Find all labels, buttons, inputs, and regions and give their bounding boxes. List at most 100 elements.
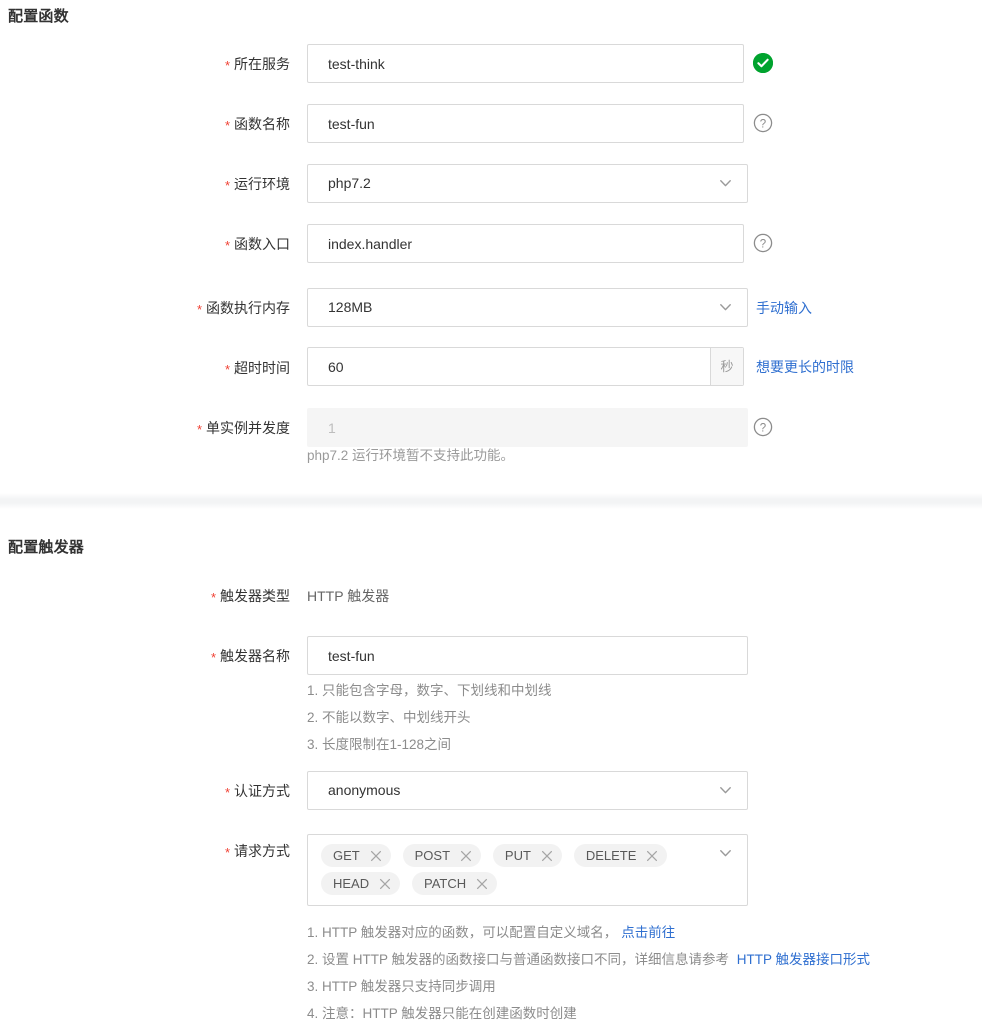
field-concurrency [307,408,748,447]
close-icon[interactable] [379,878,391,890]
label-function-name-text: 函数名称 [234,116,290,132]
required-star: * [196,422,202,437]
http-trigger-interface-link[interactable]: HTTP 触发器接口形式 [737,952,870,967]
service-input[interactable] [307,44,744,83]
field-timeout[interactable]: 秒 [307,347,744,386]
auth-type-select[interactable]: anonymous [307,771,748,810]
label-runtime: * 运行环境 [30,174,290,196]
tag-label: PATCH [424,876,467,891]
label-handler: * 函数入口 [30,234,290,256]
goto-custom-domain-link[interactable]: 点击前往 [621,925,675,940]
longer-timeout-link[interactable]: 想要更长的时限 [756,357,854,377]
handler-input[interactable] [307,224,744,263]
list-item: 3. 长度限制在1-128之间 [307,737,452,752]
trigger-name-hints: 1. 只能包含字母，数字、下划线和中划线 2. 不能以数字、中划线开头 3. 长… [307,677,552,758]
question-circle-icon[interactable]: ? [753,233,773,253]
required-star: * [224,58,230,73]
section-divider [0,493,982,509]
field-function-name[interactable] [307,104,744,143]
label-memory: * 函数执行内存 [30,298,290,320]
tag-chip[interactable]: HEAD [321,872,401,895]
auth-type-select-value: anonymous [328,782,401,798]
close-icon[interactable] [476,878,488,890]
label-concurrency: * 单实例并发度 [30,418,290,440]
tag-chip[interactable]: GET [321,844,391,867]
tag-label: DELETE [585,848,637,863]
field-trigger-name[interactable] [307,636,748,675]
chevron-down-icon [720,850,731,857]
chevron-down-icon [720,303,731,311]
label-service: * 所在服务 [30,54,290,76]
label-auth-type: * 认证方式 [30,781,290,803]
required-star: * [224,362,230,377]
memory-select[interactable]: 128MB [307,288,748,327]
runtime-select[interactable]: php7.2 [307,164,748,203]
timeout-input[interactable] [308,348,710,385]
list-item: 2. 设置 HTTP 触发器的函数接口与普通函数接口不同，详细信息请参考 HTT… [307,946,870,973]
check-circle-icon [753,53,773,73]
label-handler-text: 函数入口 [234,236,290,252]
note-text: 3. HTTP 触发器只支持同步调用 [307,979,496,994]
timeout-input-group[interactable]: 秒 [307,347,744,386]
label-trigger-type-text: 触发器类型 [220,588,290,604]
label-function-name: * 函数名称 [30,114,290,136]
tag-chip[interactable]: PUT [492,844,562,867]
required-star: * [224,845,230,860]
question-circle-icon[interactable]: ? [753,113,773,133]
label-timeout-text: 超时时间 [234,360,290,376]
tag-label: HEAD [333,876,370,891]
label-trigger-name-text: 触发器名称 [220,648,290,664]
trigger-name-input[interactable] [307,636,748,675]
memory-select-value: 128MB [328,299,373,315]
close-icon[interactable] [541,850,553,862]
field-auth-type[interactable]: anonymous [307,771,748,810]
label-trigger-name: * 触发器名称 [30,646,290,668]
chevron-down-icon [720,786,731,794]
close-icon[interactable] [460,850,472,862]
section-title-configure-function: 配置函数 [8,8,69,25]
tag-label: POST [414,848,451,863]
list-item: 4. 注意：HTTP 触发器只能在创建函数时创建 [307,1000,870,1027]
field-memory[interactable]: 128MB [307,288,748,327]
label-request-methods-text: 请求方式 [234,843,290,859]
note-text: 4. 注意：HTTP 触发器只能在创建函数时创建 [307,1006,577,1021]
label-concurrency-text: 单实例并发度 [206,420,290,436]
question-circle-icon[interactable]: ? [753,417,773,437]
field-request-methods[interactable]: GET POST PUT DELETE HEAD PATCH [307,834,748,906]
chevron-down-icon [720,179,731,187]
svg-text:?: ? [760,238,766,250]
list-item: 1. HTTP 触发器对应的函数，可以配置自定义域名， 点击前往 [307,919,870,946]
field-runtime[interactable]: php7.2 [307,164,748,203]
field-handler[interactable] [307,224,744,263]
concurrency-helper-text: php7.2 运行环境暂不支持此功能。 [307,448,515,463]
note-text: 2. 设置 HTTP 触发器的函数接口与普通函数接口不同，详细信息请参考 [307,952,733,967]
label-memory-text: 函数执行内存 [206,300,290,316]
label-request-methods: * 请求方式 [30,841,290,863]
list-item: 3. HTTP 触发器只支持同步调用 [307,973,870,1000]
required-star: * [224,785,230,800]
tag-chip[interactable]: PATCH [412,872,498,895]
close-icon[interactable] [646,850,658,862]
label-service-text: 所在服务 [234,56,290,72]
required-star: * [224,178,230,193]
svg-text:?: ? [760,422,766,434]
section-title-configure-trigger: 配置触发器 [8,539,85,556]
label-trigger-type: * 触发器类型 [30,586,290,608]
note-text: 1. HTTP 触发器对应的函数，可以配置自定义域名， [307,925,618,940]
trigger-notes: 1. HTTP 触发器对应的函数，可以配置自定义域名， 点击前往 2. 设置 HT… [307,919,870,1027]
close-icon[interactable] [370,850,382,862]
concurrency-input [307,408,748,447]
function-name-input[interactable] [307,104,744,143]
runtime-select-value: php7.2 [328,175,371,191]
manual-input-link[interactable]: 手动输入 [756,298,812,318]
request-methods-multiselect[interactable]: GET POST PUT DELETE HEAD PATCH [307,834,748,906]
label-timeout: * 超时时间 [30,358,290,380]
tag-label: PUT [504,848,531,863]
tag-chip[interactable]: DELETE [573,844,668,867]
required-star: * [224,118,230,133]
tag-chip[interactable]: POST [402,844,482,867]
field-service[interactable] [307,44,744,83]
svg-text:?: ? [760,118,766,130]
required-star: * [224,238,230,253]
required-star: * [210,590,216,605]
